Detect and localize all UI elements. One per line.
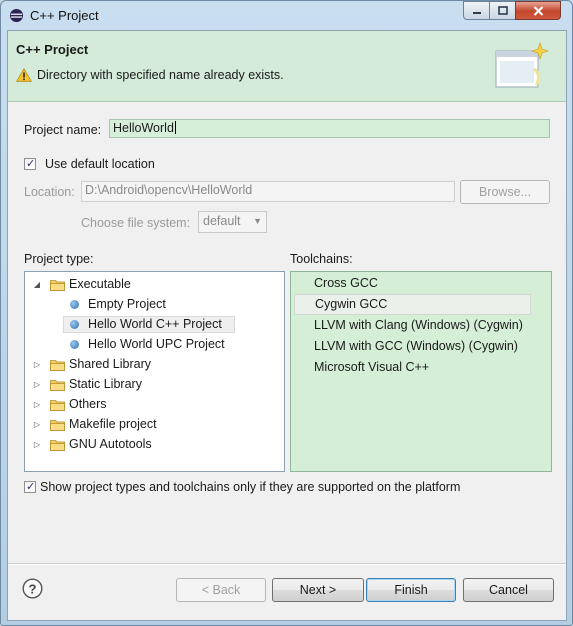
- window-title: C++ Project: [30, 8, 99, 23]
- maximize-button[interactable]: [489, 1, 516, 20]
- button-separator: [8, 563, 566, 565]
- close-button[interactable]: [515, 1, 561, 20]
- file-system-select[interactable]: default ▼: [198, 211, 267, 233]
- tree-item-label: GNU Autotools: [69, 437, 152, 451]
- folder-icon: [50, 358, 65, 371]
- bullet-icon: [70, 300, 79, 309]
- finish-button[interactable]: Finish: [366, 578, 456, 602]
- minimize-icon: [472, 11, 481, 14]
- tree-item[interactable]: Hello World C++ Project: [25, 315, 280, 334]
- folder-icon: [50, 398, 65, 411]
- folder-icon: [50, 438, 65, 451]
- tree-item[interactable]: Empty Project: [25, 295, 280, 314]
- tree-item-label: Executable: [69, 277, 131, 291]
- tree-item[interactable]: Hello World UPC Project: [25, 335, 280, 354]
- file-system-label: Choose file system:: [81, 216, 191, 230]
- project-name-input[interactable]: HelloWorld: [109, 119, 550, 138]
- checkmark-icon: ✓: [26, 481, 36, 493]
- tree-item-label: Hello World UPC Project: [88, 337, 225, 351]
- title-bar[interactable]: C++ Project: [1, 1, 572, 30]
- toolchains-label: Toolchains:: [290, 252, 353, 266]
- bullet-icon: [70, 320, 79, 329]
- platform-filter-checkbox[interactable]: ✓: [24, 481, 36, 493]
- close-icon: [533, 5, 543, 16]
- toolchain-item[interactable]: Microsoft Visual C++: [294, 357, 531, 378]
- toolchains-list[interactable]: Cross GCC Cygwin GCC LLVM with Clang (Wind…: [290, 271, 552, 472]
- maximize-icon: [497, 6, 508, 15]
- tree-item[interactable]: ▷ Shared Library: [25, 355, 280, 374]
- location-value: D:\Android\opencv\HelloWorld: [85, 183, 253, 197]
- page-title: C++ Project: [16, 42, 89, 57]
- cancel-button[interactable]: Cancel: [463, 578, 554, 602]
- tree-item-label: Makefile project: [69, 417, 157, 431]
- tree-item[interactable]: ◢ Executable: [25, 275, 280, 294]
- eclipse-icon: [9, 8, 24, 23]
- toolchain-item[interactable]: Cross GCC: [294, 273, 531, 294]
- header-message: Directory with specified name already ex…: [37, 68, 284, 82]
- tree-item-label: Static Library: [69, 377, 142, 391]
- expand-right-icon[interactable]: ▷: [32, 355, 42, 374]
- next-button[interactable]: Next >: [272, 578, 364, 602]
- dialog-body: C++ Project Directory with specified nam…: [7, 30, 567, 621]
- tree-item-label: Empty Project: [88, 297, 166, 311]
- location-label: Location:: [24, 185, 75, 199]
- file-system-value: default: [203, 214, 241, 228]
- folder-icon: [50, 278, 65, 291]
- help-icon[interactable]: ?: [22, 578, 43, 599]
- toolchain-item[interactable]: LLVM with GCC (Windows) (Cygwin): [294, 336, 531, 357]
- tree-item[interactable]: ▷ Static Library: [25, 375, 280, 394]
- warning-icon: [16, 68, 32, 82]
- folder-icon: [50, 418, 65, 431]
- wizard-header: C++ Project Directory with specified nam…: [8, 31, 566, 102]
- folder-icon: [50, 378, 65, 391]
- project-name-label: Project name:: [24, 123, 102, 137]
- chevron-down-icon: ▼: [253, 216, 262, 226]
- toolchain-item[interactable]: Cygwin GCC: [294, 294, 531, 315]
- use-default-location-checkbox[interactable]: ✓: [24, 158, 36, 170]
- toolchain-item[interactable]: LLVM with Clang (Windows) (Cygwin): [294, 315, 531, 336]
- expand-right-icon[interactable]: ▷: [32, 415, 42, 434]
- project-name-value: HelloWorld: [113, 121, 174, 135]
- tree-item-label: Shared Library: [69, 357, 151, 371]
- tree-item[interactable]: ▷ GNU Autotools: [25, 435, 280, 454]
- checkmark-icon: ✓: [26, 158, 36, 170]
- tree-item[interactable]: ▷ Makefile project: [25, 415, 280, 434]
- platform-filter-label: Show project types and toolchains only i…: [40, 480, 461, 494]
- tree-item[interactable]: ▷ Others: [25, 395, 280, 414]
- dialog-window: C++ Project C++ Project Directory with s…: [0, 0, 573, 626]
- back-button[interactable]: < Back: [176, 578, 266, 602]
- expand-right-icon[interactable]: ▷: [32, 435, 42, 454]
- use-default-location-label: Use default location: [45, 157, 155, 171]
- bullet-icon: [70, 340, 79, 349]
- location-input[interactable]: D:\Android\opencv\HelloWorld: [81, 181, 455, 202]
- expand-right-icon[interactable]: ▷: [32, 375, 42, 394]
- browse-button[interactable]: Browse...: [460, 180, 550, 204]
- project-type-label: Project type:: [24, 252, 94, 266]
- wizard-banner-icon: [495, 42, 549, 88]
- tree-item-label: Others: [69, 397, 107, 411]
- expand-down-icon[interactable]: ◢: [32, 275, 42, 294]
- svg-text:?: ?: [29, 581, 37, 596]
- minimize-button[interactable]: [463, 1, 490, 20]
- project-type-tree[interactable]: ◢ Executable Empty Project Hello World C++ …: [24, 271, 285, 472]
- expand-right-icon[interactable]: ▷: [32, 395, 42, 414]
- tree-item-label: Hello World C++ Project: [88, 317, 222, 331]
